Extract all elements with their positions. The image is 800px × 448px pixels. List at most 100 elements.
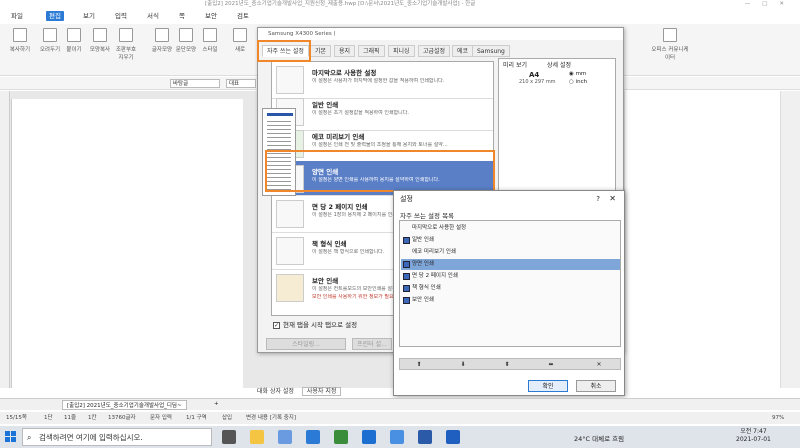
- minimize-button[interactable]: —: [745, 1, 763, 7]
- dialog-settings-row: 대화 상자 설정 사용자 지정: [257, 386, 342, 396]
- move-up-button[interactable]: ⬆: [410, 360, 428, 369]
- chrome-icon[interactable]: [390, 430, 404, 444]
- tab-samsung[interactable]: Samsung: [472, 45, 510, 57]
- style-icon: [203, 28, 217, 42]
- help-button[interactable]: ?: [596, 191, 600, 207]
- tab-graphic[interactable]: 그래픽: [358, 45, 385, 57]
- status-track-changes[interactable]: 변경 내용 [기록 중지]: [246, 412, 296, 424]
- detail-tab[interactable]: 상세 설정: [547, 60, 571, 69]
- menu-security[interactable]: 보안: [202, 11, 220, 21]
- task-view-icon[interactable]: [222, 430, 236, 444]
- move-down-button[interactable]: ⬇: [454, 360, 472, 369]
- document-page-right[interactable]: [625, 91, 780, 388]
- mail-icon[interactable]: [278, 430, 292, 444]
- menu-edit[interactable]: 편집: [46, 11, 64, 21]
- print-dialog-title: Samsung X4300 Series (: [258, 28, 623, 40]
- styling-button[interactable]: 스타일링...: [266, 338, 346, 350]
- tab-basic[interactable]: 기본: [310, 45, 332, 57]
- style-select[interactable]: 바탕글: [170, 79, 220, 88]
- cancel-button[interactable]: 취소: [576, 380, 616, 392]
- list-item-duplex[interactable]: 양면 인쇄: [401, 259, 620, 270]
- settings-dialog-title: 설정: [400, 195, 413, 203]
- word-icon[interactable]: [418, 430, 432, 444]
- menu-format[interactable]: 서식: [144, 11, 162, 21]
- status-bar: 15/15쪽 1단 11줄 1칸 13760글자 문자 입력 1/1 구역 삽입…: [0, 412, 800, 424]
- list-item-eco[interactable]: 에코 미리보기 인쇄: [401, 247, 620, 258]
- vertical-scrollbar[interactable]: [780, 91, 800, 388]
- app-icon[interactable]: [446, 430, 460, 444]
- list-item-secure[interactable]: 보안 인쇄: [401, 295, 620, 306]
- copy-button[interactable]: 복사하기: [8, 28, 32, 53]
- preview-page-icon: [262, 108, 296, 196]
- format-copy-button[interactable]: 모양복사: [88, 28, 112, 53]
- cut-button[interactable]: 오려두기: [38, 28, 62, 53]
- list-item-2up[interactable]: 면 당 2 페이지 인쇄: [401, 271, 620, 282]
- status-input-mode: 문자 입력: [150, 415, 172, 421]
- zoom-level[interactable]: 97%: [772, 412, 784, 424]
- store-icon[interactable]: [334, 430, 348, 444]
- sort-button[interactable]: ⬍: [498, 360, 516, 369]
- clear-codes-button[interactable]: 조판부호지우기: [114, 28, 138, 61]
- title-bar: [출입2] 2021년도_중소기업기술개발사업_지원신청_제출용.hwp [D:…: [0, 0, 800, 8]
- system-clock[interactable]: 오전 7:47 2021-07-01: [736, 428, 771, 444]
- scissors-icon: [43, 28, 57, 42]
- char-shape-button[interactable]: 글자모양: [150, 28, 174, 53]
- new-doc-icon: [233, 28, 247, 42]
- tab-eco[interactable]: 에코: [452, 45, 474, 57]
- font-select[interactable]: 대표: [226, 79, 256, 88]
- favorites-list-label: 자주 쓰는 설정 목록: [400, 212, 455, 220]
- preview-text-lines: [267, 121, 291, 191]
- paste-button[interactable]: 붙이기: [62, 28, 86, 53]
- menu-review[interactable]: 검토: [234, 11, 252, 21]
- para-shape-button[interactable]: 문단모양: [174, 28, 198, 53]
- ok-button[interactable]: 확인: [528, 380, 568, 392]
- taskbar-search-input[interactable]: ⌕ 검색하려면 여기에 입력하십시오.: [22, 428, 212, 446]
- preset-eco-preview[interactable]: 에코 미리보기 인쇄 이 설정은 인쇄 전 및 출력물의 조정을 통해 용지와 …: [272, 126, 493, 163]
- checkbox-checked-icon: ✓: [273, 321, 280, 329]
- edge-icon[interactable]: [306, 430, 320, 444]
- preview-tab[interactable]: 미리 보기: [503, 60, 527, 69]
- paragraph-icon: [179, 28, 193, 42]
- swap-button[interactable]: ⬌: [542, 360, 560, 369]
- document-page[interactable]: [11, 99, 243, 388]
- printer-settings-button[interactable]: 프린터 설...: [352, 338, 392, 350]
- close-button[interactable]: ✕: [779, 1, 796, 7]
- preview-logo-icon: [267, 113, 293, 116]
- copy-icon: [13, 28, 27, 42]
- menu-page[interactable]: 쪽: [176, 11, 188, 21]
- list-item-normal[interactable]: 일반 인쇄: [401, 235, 620, 246]
- status-chars-count: 13760글자: [108, 415, 136, 421]
- style-button[interactable]: 스타일: [198, 28, 222, 53]
- tab-favorites[interactable]: 자주 쓰는 설정: [262, 45, 309, 57]
- list-item-booklet[interactable]: 책 형식 인쇄: [401, 283, 620, 294]
- new-button[interactable]: 새로: [228, 28, 252, 53]
- unit-mm-radio[interactable]: ◉ mm: [569, 71, 586, 77]
- file-explorer-icon[interactable]: [250, 430, 264, 444]
- tab-paper[interactable]: 용지: [334, 45, 356, 57]
- delete-button[interactable]: ✕: [590, 360, 608, 369]
- hwp-icon[interactable]: [362, 430, 376, 444]
- close-button[interactable]: ✕: [609, 191, 616, 207]
- weather-widget[interactable]: 24°C 대체로 흐림: [574, 433, 624, 443]
- maximize-button[interactable]: □: [762, 1, 779, 7]
- eraser-icon: [119, 28, 133, 42]
- tab-finishing[interactable]: 피니싱: [388, 45, 415, 57]
- doc-tab-active[interactable]: [출입2] 2021년도_중소기업기술개발사업_디딤~: [62, 400, 187, 410]
- document-tabs: [출입2] 2021년도_중소기업기술개발사업_디딤~ +: [0, 398, 800, 410]
- tab-advanced[interactable]: 고급설정: [418, 45, 451, 57]
- menu-view[interactable]: 보기: [80, 11, 98, 21]
- menu-insert[interactable]: 입력: [112, 11, 130, 21]
- window-controls[interactable]: —□✕: [745, 0, 796, 8]
- list-item-last-used[interactable]: 마지막으로 사용한 설정: [401, 223, 620, 234]
- unit-inch-radio[interactable]: ○ inch: [569, 79, 587, 85]
- preset-thumbnail-icon: [276, 237, 304, 265]
- windows-start-icon[interactable]: [5, 431, 16, 442]
- favorites-settings-dialog: 설정 ? ✕ 자주 쓰는 설정 목록 마지막으로 사용한 설정 일반 인쇄 에코…: [393, 190, 625, 396]
- start-tab-checkbox[interactable]: ✓ 현재 탭을 시작 탭으로 설정: [273, 319, 357, 329]
- menu-file[interactable]: 파일: [8, 11, 26, 21]
- office-communicator-button[interactable]: 오피스 커뮤니케이터: [650, 28, 690, 61]
- favorites-list: 마지막으로 사용한 설정 일반 인쇄 에코 미리보기 인쇄 양면 인쇄 면 당 …: [399, 220, 621, 347]
- add-tab-button[interactable]: +: [214, 399, 219, 410]
- status-line: 11줄: [64, 415, 77, 421]
- dialog-settings-select[interactable]: 사용자 지정: [301, 387, 342, 396]
